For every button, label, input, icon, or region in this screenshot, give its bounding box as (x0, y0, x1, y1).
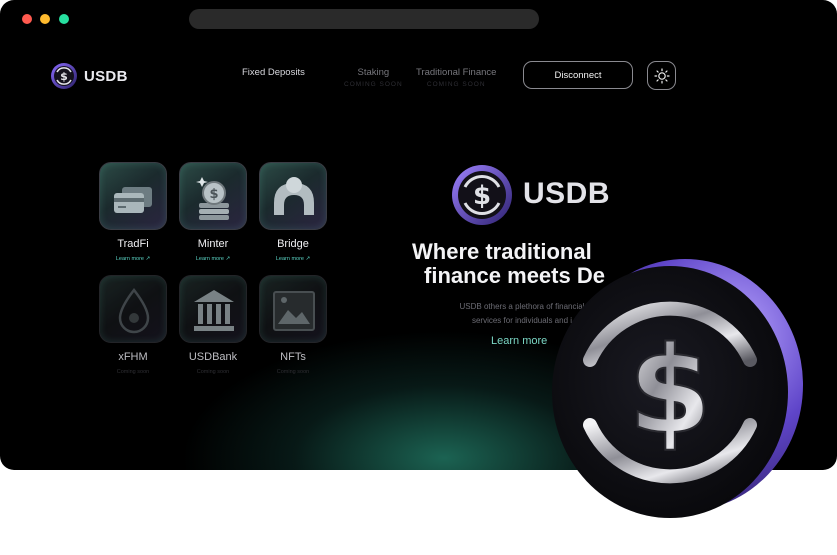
brand-logo[interactable]: $ USDB (50, 62, 128, 90)
nfts-tile[interactable] (259, 275, 327, 343)
usdb-logo-icon: $ (51, 63, 77, 89)
xfhm-tile[interactable] (99, 275, 167, 343)
minimize-window-button[interactable] (40, 14, 50, 24)
nav-staking-label: Staking (357, 67, 390, 78)
close-window-button[interactable] (22, 14, 32, 24)
coming-soon-badge: COMING SOON (426, 81, 486, 88)
minter-learn-more-link[interactable]: Learn more ↗ (179, 256, 247, 262)
usdbank-tile[interactable] (179, 275, 247, 343)
drop-icon (118, 287, 150, 334)
hero-learn-more-link[interactable]: Learn more (491, 335, 547, 347)
bridge-label: Bridge (277, 238, 309, 250)
xfhm-label: xFHM (118, 351, 148, 363)
sun-icon (653, 67, 670, 84)
nav-traditional-finance-label: Traditional Finance (416, 67, 497, 78)
address-bar[interactable] (189, 9, 539, 29)
bridge-arch-icon (274, 177, 314, 215)
bank-icon (194, 290, 234, 331)
nfts-coming-soon: Coming soon (276, 369, 310, 375)
svg-text:$: $ (473, 181, 491, 211)
svg-text:$: $ (60, 70, 68, 83)
nfts-label: NFTs (280, 351, 306, 363)
minter-label: Minter (197, 238, 229, 250)
coming-soon-badge: COMING SOON (344, 81, 403, 88)
nav-fixed-deposits-label: Fixed Deposits (242, 67, 305, 78)
maximize-window-button[interactable] (59, 14, 69, 24)
usdbank-coming-soon: Coming soon (196, 369, 230, 375)
usdb-coin-illustration: $ (552, 259, 803, 518)
bridge-tile[interactable] (259, 162, 327, 230)
svg-text:$: $ (209, 187, 218, 202)
usdb-hero-logo-icon: $ (452, 165, 512, 225)
disconnect-button[interactable]: Disconnect (523, 61, 633, 89)
image-frame-icon (273, 291, 315, 331)
bridge-learn-more-link[interactable]: Learn more ↗ (259, 256, 327, 262)
credit-cards-icon (114, 187, 152, 213)
xfhm-coming-soon: Coming soon (116, 369, 150, 375)
hero-brand-name: USDB (523, 177, 611, 210)
tradfi-learn-more-link[interactable]: Learn more ↗ (99, 256, 167, 262)
minter-tile[interactable]: $ (179, 162, 247, 230)
brand-name: USDB (84, 67, 128, 85)
theme-toggle-button[interactable] (647, 61, 676, 90)
svg-text:$: $ (628, 322, 712, 461)
nav-fixed-deposits[interactable]: Fixed Deposits (242, 67, 305, 78)
usdbank-label: USDBank (188, 351, 238, 363)
coin-stack-icon: $ (196, 177, 229, 220)
nav-traditional-finance[interactable]: Traditional Finance COMING SOON (416, 67, 496, 88)
tradfi-label: TradFi (117, 238, 149, 250)
nav-staking[interactable]: Staking COMING SOON (344, 67, 403, 88)
tradfi-tile[interactable] (99, 162, 167, 230)
